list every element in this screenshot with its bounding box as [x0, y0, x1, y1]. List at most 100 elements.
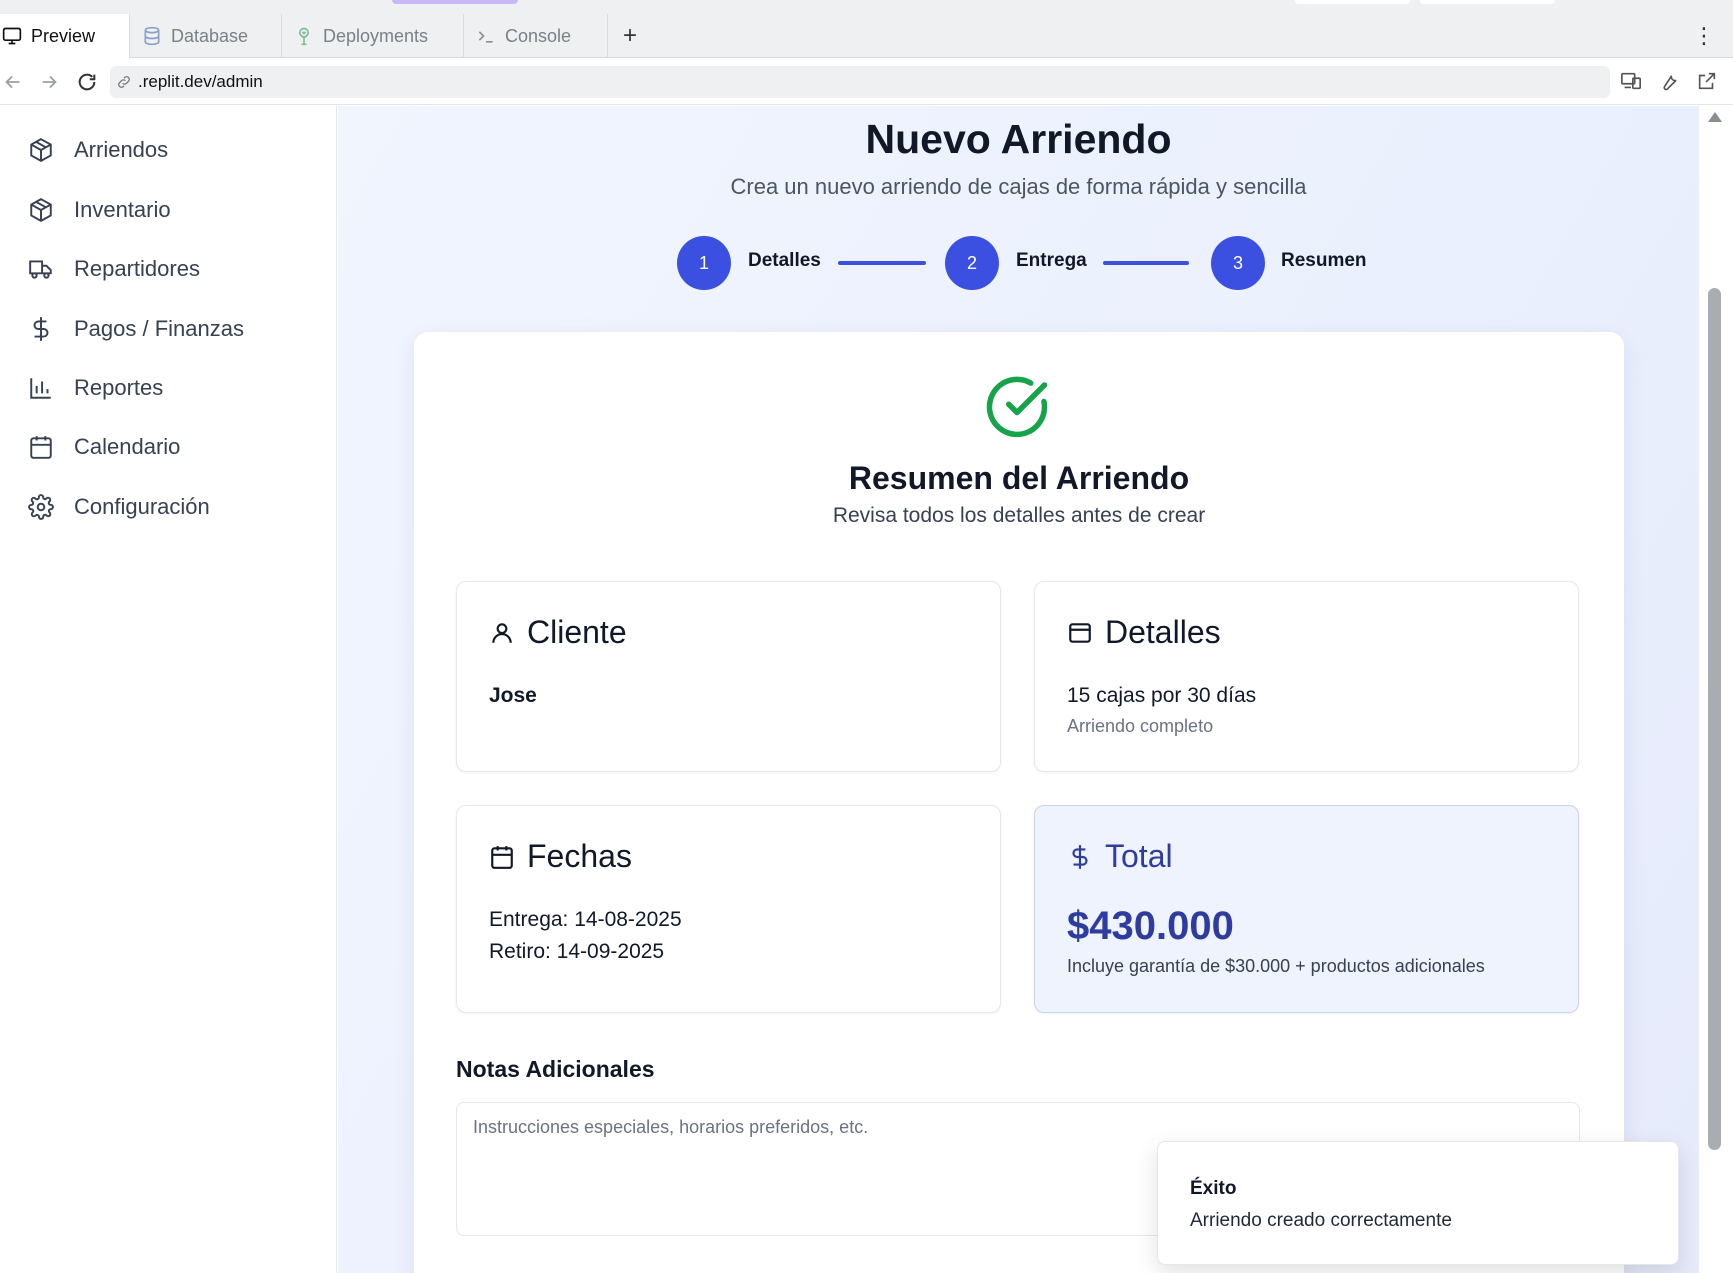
- tab-console[interactable]: Console: [464, 14, 608, 58]
- top-control[interactable]: [1295, 0, 1410, 4]
- step-connector: [1103, 261, 1189, 265]
- devices-button[interactable]: [1619, 69, 1643, 93]
- arrow-left-icon: [5, 75, 20, 89]
- tab-label: Console: [505, 25, 572, 46]
- sidebar-item-calendario[interactable]: Calendario: [28, 430, 180, 464]
- step-3-circle[interactable]: 3: [1211, 236, 1265, 290]
- tab-label: Preview: [31, 25, 96, 46]
- dollar-icon: [1072, 844, 1088, 869]
- truck-icon: [29, 260, 52, 279]
- gear-icon: [28, 494, 54, 520]
- sidebar-item-label: Inventario: [74, 197, 171, 222]
- total-amount: $430.000: [1067, 904, 1234, 948]
- link-icon: [118, 76, 130, 88]
- detalles-box: Detalles 15 cajas por 30 días Arriendo c…: [1034, 581, 1579, 772]
- dollar-icon: [33, 317, 49, 341]
- sidebar: Arriendos Inventario Repartidores Pagos …: [0, 106, 337, 1273]
- step-1-label: Detalles: [748, 250, 821, 271]
- deploy-icon: [299, 27, 309, 46]
- url-text: .replit.dev/admin: [138, 72, 263, 91]
- box-icon: [30, 138, 52, 162]
- tab-preview[interactable]: Preview: [0, 14, 130, 59]
- step-1-circle[interactable]: 1: [677, 236, 731, 290]
- bar-chart-icon: [30, 378, 51, 399]
- sidebar-item-arriendos[interactable]: Arriendos: [28, 133, 168, 167]
- database-icon: [144, 26, 160, 46]
- success-toast[interactable]: Éxito Arriendo creado correctamente: [1157, 1141, 1679, 1265]
- tab-bar: Preview Database Deployments Console + ⋮: [0, 14, 1733, 59]
- user-icon: [492, 622, 512, 643]
- fechas-box: Fechas Entrega: 14-08-2025 Retiro: 14-09…: [456, 805, 1001, 1013]
- cliente-heading-text: Cliente: [527, 614, 627, 650]
- devtools-button[interactable]: [1657, 69, 1681, 93]
- open-external-button[interactable]: [1695, 69, 1719, 93]
- sidebar-item-inventario[interactable]: Inventario: [28, 193, 171, 227]
- sidebar-item-configuracion[interactable]: Configuración: [28, 490, 210, 524]
- fecha-retiro: Retiro: 14-09-2025: [489, 940, 665, 963]
- fechas-heading-text: Fechas: [527, 838, 632, 874]
- sidebar-item-reportes[interactable]: Reportes: [28, 371, 163, 405]
- total-heading: Total: [1067, 838, 1173, 875]
- page-title: Nuevo Arriendo: [865, 116, 1172, 162]
- check-circle-icon: [986, 376, 1048, 438]
- total-heading-text: Total: [1105, 838, 1173, 874]
- calendar-icon: [30, 436, 52, 459]
- fechas-heading: Fechas: [489, 838, 632, 875]
- reload-button[interactable]: [74, 69, 100, 95]
- notes-label: Notas Adicionales: [456, 1056, 655, 1082]
- cliente-heading: Cliente: [489, 614, 627, 651]
- new-tab-button[interactable]: +: [612, 14, 648, 58]
- arrow-right-icon: [42, 75, 57, 89]
- box-icon: [30, 198, 52, 222]
- forward-button[interactable]: [36, 69, 62, 95]
- sidebar-item-label: Arriendos: [74, 137, 169, 162]
- sidebar-item-label: Repartidores: [74, 256, 200, 281]
- step-connector: [838, 261, 926, 265]
- step-3-label: Resumen: [1281, 250, 1367, 271]
- tab-database[interactable]: Database: [130, 14, 282, 58]
- url-field[interactable]: .replit.dev/admin: [110, 66, 1610, 98]
- active-workspace-indicator: [392, 0, 518, 4]
- step-2-label: Entrega: [1016, 250, 1087, 271]
- sidebar-item-label: Reportes: [74, 375, 164, 400]
- page-scrollbar[interactable]: [1700, 106, 1733, 1273]
- more-menu-button[interactable]: ⋮: [1693, 14, 1715, 58]
- detalles-heading: Detalles: [1067, 614, 1221, 651]
- fecha-entrega: Entrega: 14-08-2025: [489, 908, 682, 931]
- devices-icon: [1621, 72, 1641, 90]
- sidebar-item-repartidores[interactable]: Repartidores: [28, 252, 200, 286]
- tab-label: Deployments: [323, 25, 429, 46]
- external-link-icon: [1698, 72, 1716, 90]
- back-button[interactable]: [0, 69, 26, 95]
- tab-label: Database: [171, 25, 249, 46]
- reload-icon: [78, 73, 96, 91]
- scroll-up-arrow[interactable]: [1708, 112, 1722, 122]
- toast-message: Arriendo creado correctamente: [1190, 1210, 1452, 1231]
- total-note: Incluye garantía de $30.000 + productos …: [1067, 956, 1485, 976]
- detalles-heading-text: Detalles: [1105, 614, 1221, 650]
- url-bar: .replit.dev/admin: [0, 59, 1733, 105]
- url-tools: [1619, 69, 1719, 93]
- step-2-circle[interactable]: 2: [945, 236, 999, 290]
- window-top-strip: [0, 0, 1733, 14]
- calendar-icon: [491, 845, 513, 869]
- tab-deployments[interactable]: Deployments: [282, 14, 464, 58]
- summary-card: Resumen del Arriendo Revisa todos los de…: [414, 332, 1624, 1273]
- toast-title: Éxito: [1190, 1178, 1237, 1199]
- sidebar-item-pagos[interactable]: Pagos / Finanzas: [28, 312, 244, 346]
- sidebar-item-label: Pagos / Finanzas: [74, 316, 244, 341]
- top-control[interactable]: [1420, 0, 1555, 4]
- terminal-icon: [478, 31, 493, 43]
- cliente-name: Jose: [489, 684, 537, 707]
- scroll-thumb[interactable]: [1708, 288, 1721, 1150]
- sidebar-item-label: Calendario: [74, 434, 181, 459]
- main-content: Nuevo Arriendo Crea un nuevo arriendo de…: [338, 106, 1699, 1273]
- stepper: 1 Detalles 2 Entrega 3 Resumen: [338, 236, 1699, 292]
- summary-title: Resumen del Arriendo: [848, 460, 1190, 496]
- cliente-box: Cliente Jose: [456, 581, 1001, 772]
- total-box: Total $430.000 Incluye garantía de $30.0…: [1034, 805, 1579, 1013]
- summary-subtitle: Revisa todos los detalles antes de crear: [832, 504, 1206, 527]
- sidebar-item-label: Configuración: [74, 494, 210, 519]
- detalles-line: 15 cajas por 30 días: [1067, 684, 1257, 707]
- detalles-note: Arriendo completo: [1067, 716, 1214, 736]
